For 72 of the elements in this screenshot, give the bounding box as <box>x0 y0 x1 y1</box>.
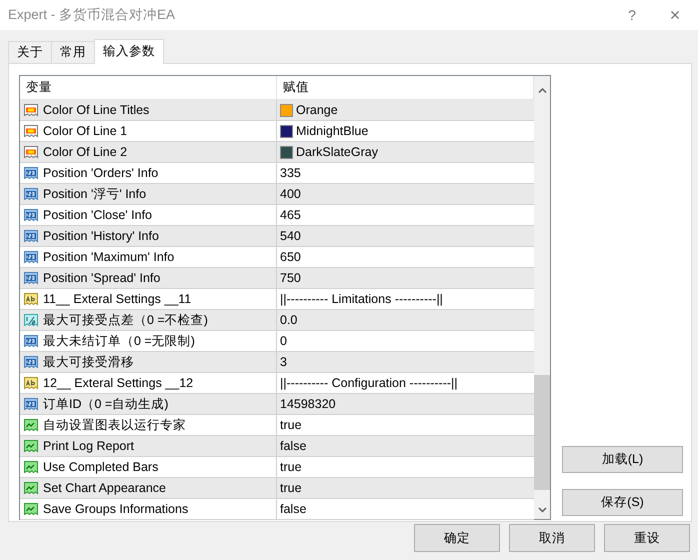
number-type-icon <box>23 354 39 370</box>
scrollbar[interactable] <box>534 76 550 519</box>
parameter-value[interactable]: 0.0 <box>280 313 298 327</box>
parameter-name: Print Log Report <box>43 439 134 453</box>
number-type-icon <box>23 186 39 202</box>
parameter-name: Color Of Line Titles <box>43 103 150 117</box>
parameter-value[interactable]: Orange <box>296 103 338 117</box>
parameter-value[interactable]: true <box>280 418 302 432</box>
parameter-value[interactable]: 465 <box>280 208 301 222</box>
number-type-icon <box>23 396 39 412</box>
parameter-name: Position 'Close' Info <box>43 208 152 222</box>
dialog-button[interactable]: 取消 <box>509 524 595 552</box>
parameter-value[interactable]: 540 <box>280 229 301 243</box>
tab[interactable]: 关于 <box>8 41 52 63</box>
switch-type-icon <box>23 501 39 517</box>
parameter-name: 最大可接受点差（0 =不检查) <box>43 312 208 328</box>
parameter-name: Position '浮亏' Info <box>43 186 146 202</box>
parameter-name: 最大未结订单（0 =无限制) <box>43 332 195 350</box>
column-header[interactable]: 变量 <box>20 76 277 99</box>
close-button[interactable]: × <box>654 4 696 26</box>
window-title: Expert - 多货币混合对冲EA <box>8 6 176 24</box>
number-type-icon <box>23 165 39 181</box>
parameter-value[interactable]: false <box>280 502 306 516</box>
text-type-icon <box>23 291 39 307</box>
parameter-name: Set Chart Appearance <box>43 481 166 495</box>
parameter-value[interactable]: ||---------- Limitations ----------|| <box>280 292 443 306</box>
parameter-name: 订单ID（0 =自动生成) <box>43 396 168 412</box>
parameter-value[interactable]: false <box>280 439 306 453</box>
parameter-value[interactable]: true <box>280 481 302 495</box>
parameter-name: Use Completed Bars <box>43 460 158 474</box>
parameter-value[interactable]: 14598320 <box>280 397 336 411</box>
parameter-value[interactable]: 0 <box>280 334 287 348</box>
parameter-name: Position 'Spread' Info <box>43 271 160 285</box>
dialog-button[interactable]: 重设 <box>604 524 690 552</box>
color-type-icon <box>23 123 39 139</box>
parameter-value[interactable]: DarkSlateGray <box>296 145 378 159</box>
switch-type-icon <box>23 480 39 496</box>
number-type-icon <box>23 249 39 265</box>
tab[interactable]: 输入参数 <box>94 39 164 64</box>
parameter-name: 最大可接受滑移 <box>43 354 134 370</box>
parameter-value[interactable]: 3 <box>280 355 287 369</box>
number-type-icon <box>23 207 39 223</box>
switch-type-icon <box>23 438 39 454</box>
parameter-name: Position 'Orders' Info <box>43 166 158 180</box>
parameter-value[interactable]: true <box>280 460 302 474</box>
parameter-name: 12__ Exteral Settings __12 <box>43 376 194 390</box>
parameter-value[interactable]: 335 <box>280 166 301 180</box>
fraction-type-icon <box>23 312 39 328</box>
parameter-value[interactable]: 650 <box>280 250 301 264</box>
parameter-value[interactable]: 400 <box>280 187 301 201</box>
parameter-name: Position 'History' Info <box>43 229 159 243</box>
parameter-value[interactable]: MidnightBlue <box>296 124 368 138</box>
color-type-icon <box>23 102 39 118</box>
color-type-icon <box>23 144 39 160</box>
switch-type-icon <box>23 459 39 475</box>
switch-type-icon <box>23 417 39 433</box>
dialog-button[interactable]: 保存(S) <box>562 489 683 516</box>
help-button[interactable]: ? <box>610 7 654 23</box>
parameter-name: Color Of Line 1 <box>43 124 128 138</box>
parameter-name: 11__ Exteral Settings __11 <box>43 292 192 306</box>
dialog-button[interactable]: 加载(L) <box>562 446 683 473</box>
parameter-name: Position 'Maximum' Info <box>43 250 174 264</box>
parameter-name: Save Groups Informations <box>43 502 188 516</box>
text-type-icon <box>23 375 39 391</box>
number-type-icon <box>23 270 39 286</box>
parameter-name: Color Of Line 2 <box>43 145 128 159</box>
parameter-name: 自动设置图表以运行专家 <box>43 416 186 434</box>
parameter-value[interactable]: 750 <box>280 271 301 285</box>
number-type-icon <box>23 228 39 244</box>
dialog-button[interactable]: 确定 <box>414 524 500 552</box>
parameter-value[interactable]: ||---------- Configuration ----------|| <box>280 376 458 390</box>
number-type-icon <box>23 333 39 349</box>
